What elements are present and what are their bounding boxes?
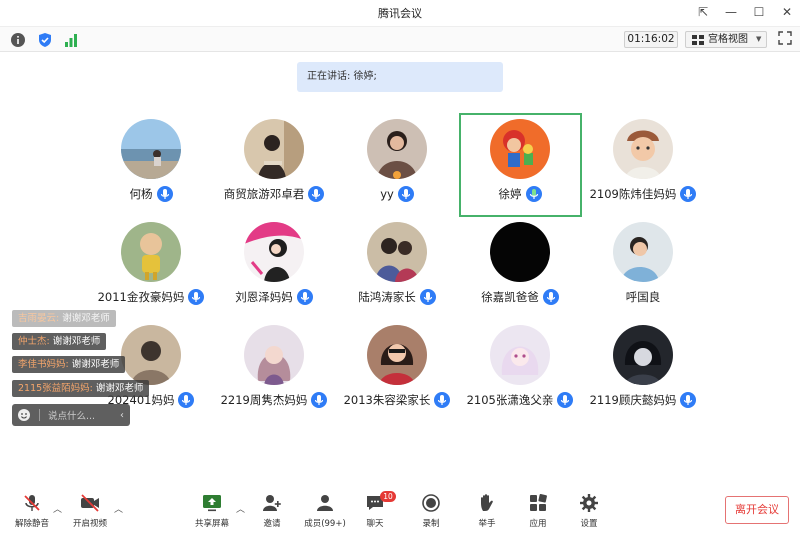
video-off-icon	[81, 494, 99, 512]
raise-hand-button[interactable]: 举手	[459, 492, 515, 532]
unmute-button[interactable]: 解除静音	[4, 492, 60, 532]
chat-message: 仲士杰: 谢谢邓老师	[12, 333, 107, 350]
record-icon	[422, 494, 440, 512]
invite-user-icon	[263, 495, 281, 511]
record-label: 录制	[422, 519, 440, 529]
participant-name: 徐婷	[498, 187, 522, 201]
avatar	[490, 325, 550, 385]
bottom-toolbar: 解除静音 ︿ 开启视频 ︿ 共享屏幕 ︿ 邀请 成员(99+) 10 聊天 录制…	[0, 488, 800, 533]
chat-text: 谢谢邓老师	[52, 336, 101, 347]
share-screen-button[interactable]: 共享屏幕	[184, 492, 240, 532]
start-video-button[interactable]: 开启视频	[62, 492, 118, 532]
avatar	[613, 222, 673, 282]
raise-hand-label: 举手	[478, 519, 496, 529]
settings-label: 设置	[580, 519, 598, 529]
emoji-icon[interactable]	[17, 408, 31, 422]
chat-sender: 仲士杰:	[18, 336, 50, 347]
members-button[interactable]: 成员(99+)	[297, 492, 353, 532]
chat-text: 谢谢邓老师	[95, 383, 144, 394]
microphone-icon	[680, 392, 697, 408]
gear-icon	[580, 494, 598, 512]
participant-name: 何杨	[129, 187, 153, 201]
raise-hand-icon	[481, 494, 493, 511]
avatar	[244, 222, 304, 282]
unmute-label: 解除静音	[14, 519, 49, 529]
microphone-icon	[397, 186, 414, 202]
avatar	[490, 119, 550, 179]
chat-text: 谢谢邓老师	[71, 359, 120, 370]
apps-button[interactable]: 应用	[510, 492, 566, 532]
apps-grid-icon	[530, 494, 547, 511]
chat-input[interactable]: 说点什么... ‹	[12, 404, 130, 426]
participant-tile[interactable]: 2119顾庆懿妈妈	[581, 320, 705, 424]
microphone-speaking-icon	[525, 186, 542, 202]
avatar	[121, 325, 181, 385]
participant-name: 刘恩泽妈妈	[235, 290, 293, 304]
participant-name: 徐嘉凯爸爸	[481, 290, 539, 304]
participant-tile[interactable]: 呼国良	[581, 217, 705, 321]
chat-input-placeholder: 说点什么...	[48, 411, 96, 422]
chat-message: 吉雨晏云: 谢谢邓老师	[12, 310, 116, 327]
chevron-up-icon[interactable]: ︿	[53, 502, 62, 515]
participant-name: 2119顾庆懿妈妈	[589, 393, 677, 407]
members-icon	[317, 495, 333, 511]
chat-label: 聊天	[366, 519, 384, 529]
unread-badge: 10	[380, 491, 396, 502]
participant-grid: 何杨 商贸旅游邓卓君 yy 徐婷 2109陈炜佳妈妈 2011金孜豪妈妈 刘恩泽…	[0, 0, 800, 533]
participant-name: 商贸旅游邓卓君	[223, 187, 305, 201]
participant-name: 呼国良	[625, 290, 661, 304]
avatar	[244, 119, 304, 179]
settings-button[interactable]: 设置	[561, 492, 617, 532]
chat-message: 2115张益陌妈妈: 谢谢邓老师	[12, 380, 150, 397]
chat-text: 谢谢邓老师	[62, 313, 110, 324]
participant-name: 陆鸿涛家长	[358, 290, 416, 304]
chat-sender: 2115张益陌妈妈:	[18, 383, 93, 394]
avatar	[244, 325, 304, 385]
microphone-icon	[680, 186, 697, 202]
leave-meeting-button[interactable]: 离开会议	[725, 496, 789, 524]
chat-button[interactable]: 10 聊天	[347, 491, 403, 532]
participant-tile[interactable]: 2109陈炜佳妈妈	[581, 114, 705, 218]
start-video-label: 开启视频	[72, 519, 107, 529]
chat-sender: 李佳书妈妈:	[18, 359, 69, 370]
chat-sender: 吉雨晏云:	[18, 313, 60, 324]
chevron-up-icon[interactable]: ︿	[114, 502, 123, 515]
avatar	[121, 222, 181, 282]
avatar	[367, 325, 427, 385]
avatar	[613, 325, 673, 385]
collapse-chat-icon[interactable]: ‹	[120, 410, 124, 421]
invite-button[interactable]: 邀请	[244, 492, 300, 532]
participant-name: yy	[380, 187, 394, 201]
avatar	[490, 222, 550, 282]
microphone-icon	[156, 186, 173, 202]
members-label: 成员(99+)	[304, 519, 346, 529]
chat-message: 李佳书妈妈: 谢谢邓老师	[12, 356, 126, 373]
share-screen-icon	[203, 495, 221, 512]
apps-label: 应用	[529, 519, 547, 529]
avatar	[367, 119, 427, 179]
avatar	[367, 222, 427, 282]
invite-label: 邀请	[263, 519, 281, 529]
record-button[interactable]: 录制	[403, 492, 459, 532]
divider	[39, 409, 40, 421]
participant-name: 2109陈炜佳妈妈	[589, 187, 677, 201]
muted-microphone-icon	[24, 495, 40, 511]
avatar	[613, 119, 673, 179]
avatar	[121, 119, 181, 179]
share-screen-label: 共享屏幕	[194, 519, 229, 529]
